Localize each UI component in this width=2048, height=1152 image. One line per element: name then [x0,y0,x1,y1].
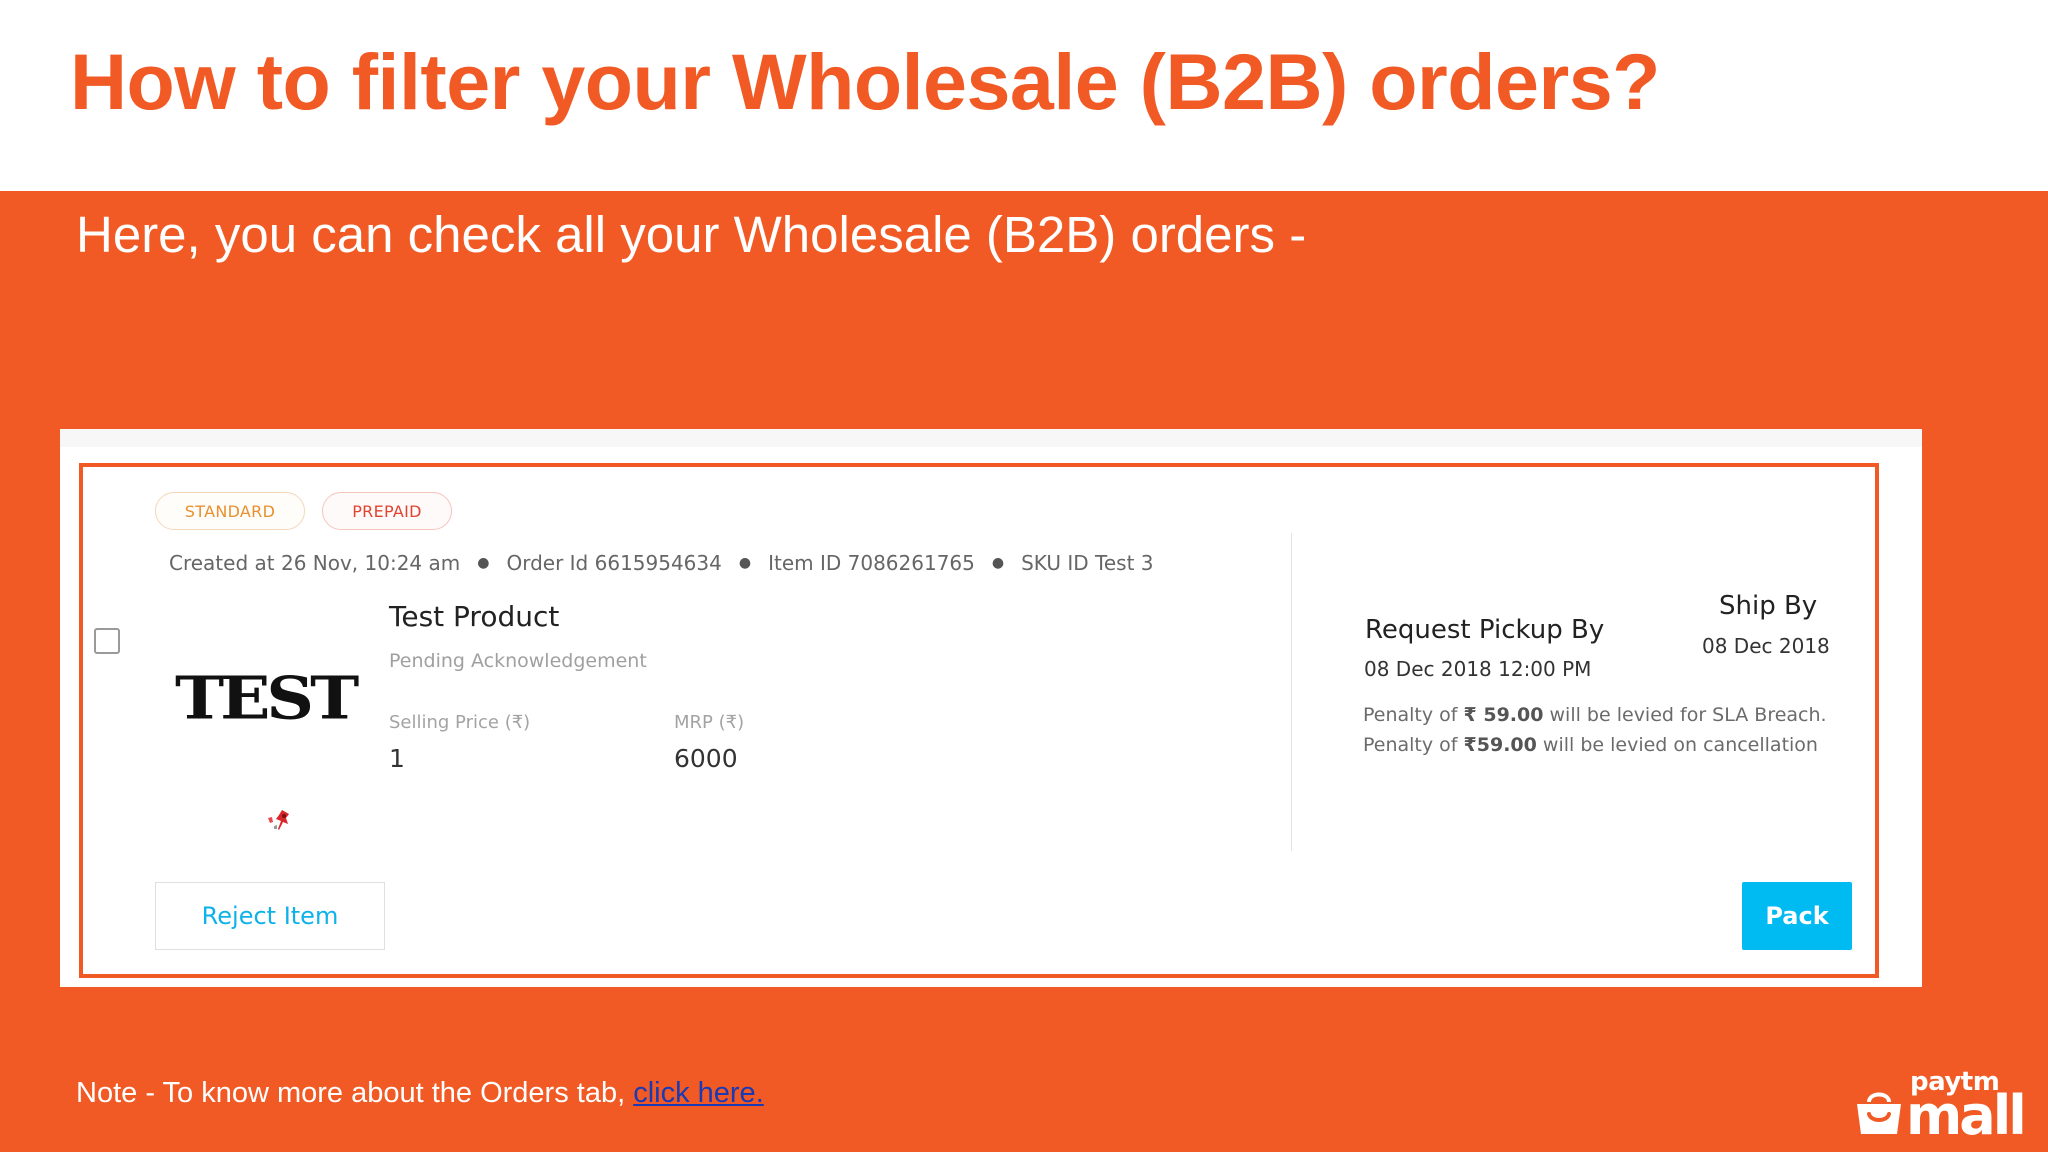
logo-text-bottom: mall [1906,1084,2027,1147]
shipping-type-badge: STANDARD [155,492,305,530]
separator-dot-icon: ● [738,555,752,571]
ship-by-date: 08 Dec 2018 [1702,634,1830,658]
order-select-checkbox[interactable] [94,628,120,654]
column-divider [1291,533,1292,851]
footer-note-text: Note - To know more about the Orders tab… [76,1077,626,1109]
paytm-mall-logo: paytm mall [1852,1068,2032,1144]
ship-by-label: Ship By [1719,591,1818,621]
order-id-text: Order Id 6615954634 [506,551,722,575]
payment-type-badge: PREPAID [322,492,452,530]
request-pickup-label: Request Pickup By [1365,615,1605,645]
shopping-bag-icon [1857,1092,1901,1134]
cancellation-penalty-text: Penalty of ₹59.00 will be levied on canc… [1363,734,1818,756]
sla-penalty-text: Penalty of ₹ 59.00 will be levied for SL… [1363,704,1827,726]
footer-note: Note - To know more about the Orders tab… [76,1077,764,1110]
mrp-value: 6000 [674,744,738,773]
order-meta-row: Created at 26 Nov, 10:24 am ● Order Id 6… [169,551,1154,575]
product-name[interactable]: Test Product [389,600,559,633]
created-at-text: Created at 26 Nov, 10:24 am [169,551,461,575]
order-status-text: Pending Acknowledgement [389,650,647,672]
selling-price-label: Selling Price (₹) [389,712,531,733]
selling-price-value: 1 [389,744,405,773]
pack-button[interactable]: Pack [1742,882,1852,950]
item-id-text: Item ID 7086261765 [768,551,975,575]
orders-screenshot: STANDARD PREPAID Created at 26 Nov, 10:2… [60,429,1922,987]
product-image: TEST [175,662,359,734]
request-pickup-date: 08 Dec 2018 12:00 PM [1364,657,1592,681]
title-band: How to filter your Wholesale (B2B) order… [0,0,2048,191]
page-subtitle: Here, you can check all your Wholesale (… [76,206,1307,263]
sku-id-text: SKU ID Test 3 [1021,551,1154,575]
separator-dot-icon: ● [477,555,490,571]
reject-item-button[interactable]: Reject Item [155,882,385,950]
order-card: STANDARD PREPAID Created at 26 Nov, 10:2… [79,463,1879,978]
page-title: How to filter your Wholesale (B2B) order… [70,37,1660,126]
pin-icon [268,810,289,830]
mrp-label: MRP (₹) [674,712,745,733]
separator-dot-icon: ● [991,555,1005,571]
orders-help-link[interactable]: click here. [633,1077,764,1109]
